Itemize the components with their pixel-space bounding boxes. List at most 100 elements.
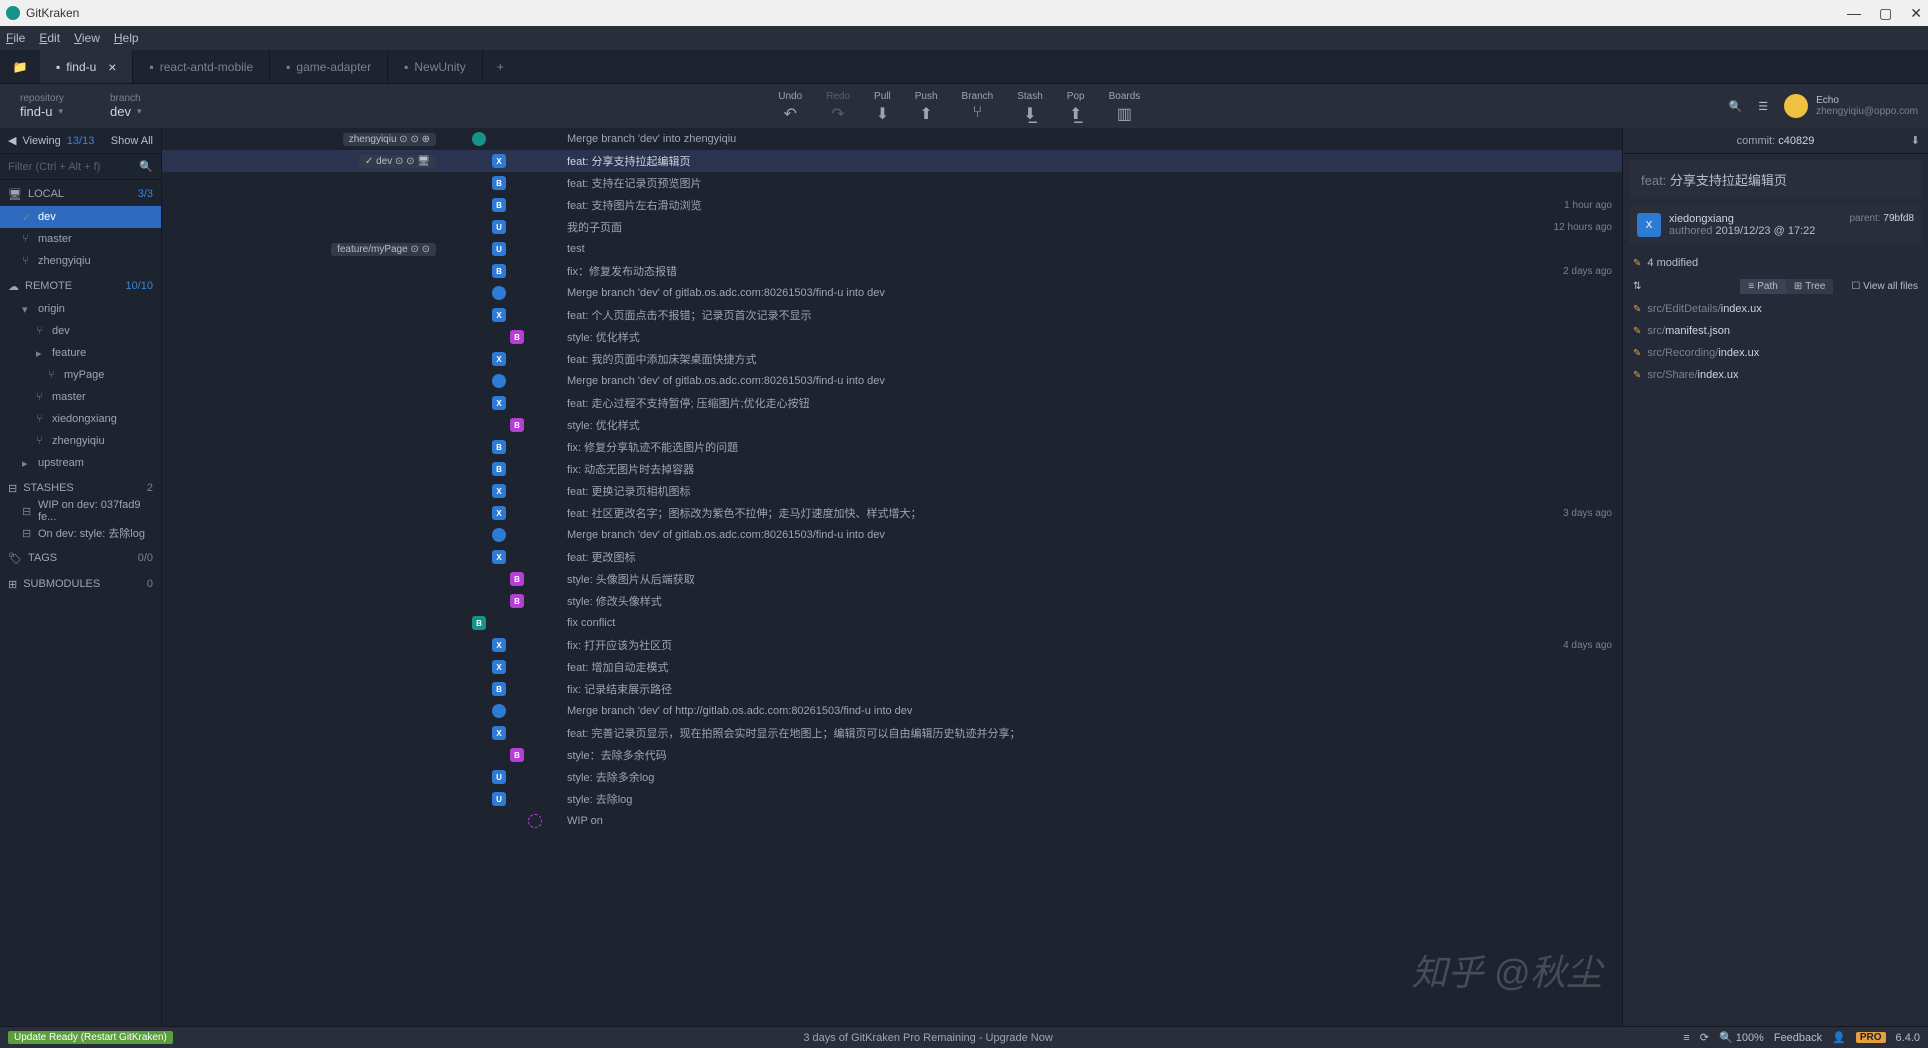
commit-node[interactable]: U: [492, 770, 506, 784]
changed-file[interactable]: ✎src/EditDetails/index.ux: [1623, 298, 1928, 320]
commit-node[interactable]: B: [492, 264, 506, 278]
tree-item[interactable]: ▾origin: [0, 298, 161, 320]
pull-button[interactable]: Pull⬇: [874, 91, 891, 122]
commit-row[interactable]: Xfix: 打开应该为社区页4 days ago: [162, 634, 1622, 656]
commit-row[interactable]: Xfeat: 完善记录页显示，现在拍照会实时显示在地图上；编辑页可以自由编辑历史…: [162, 722, 1622, 744]
tree-item[interactable]: ⑂zhengyiqiu: [0, 250, 161, 272]
commit-node[interactable]: X: [492, 154, 506, 168]
commit-node[interactable]: B: [492, 682, 506, 696]
user-icon[interactable]: 👤: [1832, 1031, 1846, 1044]
commit-node[interactable]: X: [492, 352, 506, 366]
commit-row[interactable]: Bfix：修复发布动态报错2 days ago: [162, 260, 1622, 282]
changed-file[interactable]: ✎src/manifest.json: [1623, 320, 1928, 342]
maximize-icon[interactable]: ▢: [1879, 5, 1892, 22]
commit-node[interactable]: [492, 286, 506, 300]
commit-row[interactable]: ✓ dev ⊙ ⊙ 🖥Xfeat: 分享支持拉起编辑页: [162, 150, 1622, 172]
ref-label[interactable]: zhengyiqiu ⊙ ⊙ ⊕: [343, 133, 436, 146]
commit-row[interactable]: Bstyle: 优化样式: [162, 414, 1622, 436]
list-icon[interactable]: ≡: [1683, 1032, 1689, 1044]
commit-row[interactable]: Bfix conflict: [162, 612, 1622, 634]
commit-node[interactable]: B: [510, 572, 524, 586]
commit-row[interactable]: Ustyle: 去除多余log: [162, 766, 1622, 788]
commit-node[interactable]: B: [510, 594, 524, 608]
commit-node[interactable]: X: [492, 660, 506, 674]
tree-item[interactable]: ⑂dev: [0, 320, 161, 342]
commit-row[interactable]: Xfeat: 更改图标: [162, 546, 1622, 568]
search-icon[interactable]: 🔍: [1729, 100, 1743, 113]
commit-node[interactable]: U: [492, 220, 506, 234]
commit-node[interactable]: X: [492, 550, 506, 564]
commit-node[interactable]: B: [492, 462, 506, 476]
filter-input[interactable]: Filter (Ctrl + Alt + f) 🔍: [0, 154, 161, 180]
commit-node[interactable]: X: [492, 726, 506, 740]
tree-item[interactable]: ▸feature: [0, 342, 161, 364]
boards-button[interactable]: Boards▥: [1109, 91, 1141, 122]
repo-tab[interactable]: ▪NewUnity: [388, 50, 483, 83]
commit-row[interactable]: Xfeat: 我的页面中添加床架桌面快捷方式: [162, 348, 1622, 370]
section-remote[interactable]: ☁ REMOTE 10/10: [0, 274, 161, 298]
tree-item[interactable]: ⑂myPage: [0, 364, 161, 386]
commit-node[interactable]: X: [492, 638, 506, 652]
commit-node[interactable]: [472, 132, 486, 146]
add-tab-button[interactable]: +: [483, 50, 518, 83]
sort-icon[interactable]: ⇅: [1633, 281, 1641, 292]
back-icon[interactable]: ◀: [8, 134, 16, 147]
trial-notice[interactable]: 3 days of GitKraken Pro Remaining - Upgr…: [803, 1032, 1052, 1044]
branch-selector[interactable]: branch dev▾: [100, 93, 190, 119]
commit-row[interactable]: zhengyiqiu ⊙ ⊙ ⊕Merge branch 'dev' into …: [162, 128, 1622, 150]
commit-row[interactable]: Bstyle: 优化样式: [162, 326, 1622, 348]
commit-node[interactable]: X: [492, 506, 506, 520]
section-stashes[interactable]: ⊟ STASHES 2: [0, 476, 161, 500]
commit-node[interactable]: [492, 374, 506, 388]
changed-file[interactable]: ✎src/Share/index.ux: [1623, 364, 1928, 386]
changed-file[interactable]: ✎src/Recording/index.ux: [1623, 342, 1928, 364]
commit-row[interactable]: Xfeat: 走心过程不支持暂停; 压缩图片;优化走心按钮: [162, 392, 1622, 414]
commit-node[interactable]: B: [492, 198, 506, 212]
repo-tab[interactable]: ▪find-u×: [40, 50, 133, 83]
open-repo-icon[interactable]: 📁: [0, 60, 40, 74]
download-icon[interactable]: ⬇: [1911, 134, 1920, 147]
commit-node[interactable]: B: [492, 440, 506, 454]
tree-item[interactable]: ⊟On dev: style: 去除log: [0, 522, 161, 544]
commit-row[interactable]: Merge branch 'dev' of http://gitlab.os.a…: [162, 700, 1622, 722]
commit-row[interactable]: Xfeat: 社区更改名字；图标改为紫色不拉伸；走马灯速度加快、样式增大；3 d…: [162, 502, 1622, 524]
commit-row[interactable]: Merge branch 'dev' of gitlab.os.adc.com:…: [162, 524, 1622, 546]
commit-row[interactable]: Bfeat: 支持在记录页预览图片: [162, 172, 1622, 194]
commit-row[interactable]: Xfeat: 个人页面点击不报错；记录页首次记录不显示: [162, 304, 1622, 326]
feedback-button[interactable]: Feedback: [1774, 1032, 1822, 1044]
close-tab-icon[interactable]: ×: [108, 59, 116, 75]
tree-item[interactable]: ⑂master: [0, 386, 161, 408]
close-icon[interactable]: ✕: [1910, 5, 1922, 22]
menu-file[interactable]: File: [6, 31, 25, 45]
commit-node[interactable]: B: [510, 418, 524, 432]
commit-node[interactable]: [492, 528, 506, 542]
tree-view-button[interactable]: ⊞ Tree: [1786, 279, 1834, 294]
redo-button[interactable]: Redo↷: [826, 91, 850, 122]
commit-graph[interactable]: zhengyiqiu ⊙ ⊙ ⊕Merge branch 'dev' into …: [162, 128, 1622, 1026]
commit-row[interactable]: Bfix: 修复分享轨迹不能选图片的问题: [162, 436, 1622, 458]
commit-node[interactable]: X: [492, 308, 506, 322]
zoom-level[interactable]: 🔍 100%: [1719, 1031, 1764, 1044]
commit-row[interactable]: Xfeat: 更换记录页相机图标: [162, 480, 1622, 502]
tree-item[interactable]: ⑂zhengyiqiu: [0, 430, 161, 452]
repo-tab[interactable]: ▪game-adapter: [270, 50, 388, 83]
tree-item[interactable]: ⊟WIP on dev: 037fad9 fe...: [0, 500, 161, 522]
undo-button[interactable]: Undo↶: [778, 91, 802, 122]
menu-edit[interactable]: Edit: [39, 31, 60, 45]
commit-row[interactable]: feature/myPage ⊙ ⊙Utest: [162, 238, 1622, 260]
tree-item[interactable]: ✓dev: [0, 206, 161, 228]
commit-row[interactable]: U我的子页面12 hours ago: [162, 216, 1622, 238]
commit-row[interactable]: Bfeat: 支持图片左右滑动浏览1 hour ago: [162, 194, 1622, 216]
repo-selector[interactable]: repository find-u▾: [10, 93, 100, 119]
commit-row[interactable]: Ustyle: 去除log: [162, 788, 1622, 810]
section-tags[interactable]: 🏷 TAGS 0/0: [0, 546, 161, 570]
commit-node[interactable]: [492, 704, 506, 718]
branch-button[interactable]: Branch⑂: [962, 91, 994, 122]
commit-node[interactable]: B: [492, 176, 506, 190]
commit-row[interactable]: Xfeat: 增加自动走模式: [162, 656, 1622, 678]
commit-row[interactable]: Merge branch 'dev' of gitlab.os.adc.com:…: [162, 370, 1622, 392]
parent-link[interactable]: parent: 79bfd8: [1849, 213, 1914, 224]
ref-label[interactable]: feature/myPage ⊙ ⊙: [331, 243, 436, 256]
repo-tab[interactable]: ▪react-antd-mobile: [133, 50, 270, 83]
commit-node[interactable]: B: [510, 330, 524, 344]
